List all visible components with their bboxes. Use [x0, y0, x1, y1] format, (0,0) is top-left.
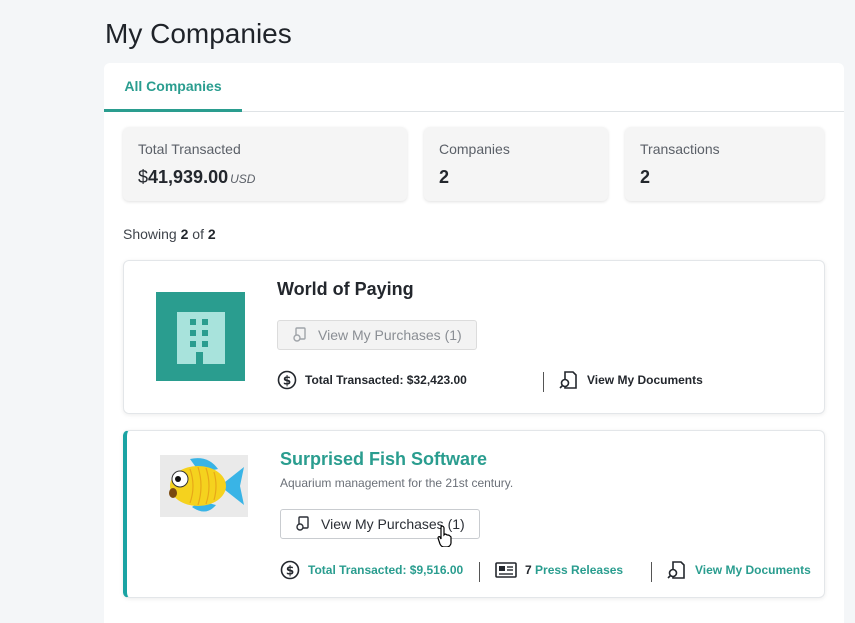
companies-panel: All Companies Total Transacted $41,939.0… [104, 63, 844, 623]
view-documents-link[interactable]: View My Documents [667, 560, 811, 580]
stat-label: Companies [439, 141, 510, 157]
total-transacted: $ Total Transacted: $32,423.00 [277, 370, 467, 390]
divider [543, 372, 544, 392]
dollar-icon: $ [280, 560, 300, 580]
stat-label: Total Transacted [138, 141, 241, 157]
svg-text:$: $ [283, 374, 291, 388]
stat-total-transacted: Total Transacted $41,939.00 USD [123, 127, 407, 201]
showing-current: 2 [180, 226, 189, 242]
stat-value: $41,939.00 USD [138, 167, 255, 188]
view-purchases-button[interactable]: View My Purchases (1) [277, 320, 477, 350]
currency-symbol: $ [138, 167, 149, 187]
purchase-icon [292, 327, 308, 343]
total-amount: 41,939.00 [148, 167, 229, 187]
total-transacted[interactable]: $ Total Transacted: $9,516.00 [280, 560, 463, 580]
press-releases-link[interactable]: 7 Press Releases [495, 560, 623, 580]
fish-icon [160, 455, 248, 517]
stat-value: 2 [640, 167, 651, 187]
view-documents-link[interactable]: View My Documents [559, 370, 703, 390]
hand-cursor-icon [437, 525, 453, 548]
building-icon [156, 292, 245, 381]
total-transacted-label: Total Transacted: $9,516.00 [308, 563, 464, 577]
showing-count: Showing 2 of 2 [123, 226, 216, 242]
tab-bar: All Companies [104, 63, 844, 112]
divider [479, 562, 480, 582]
document-search-icon [667, 560, 687, 580]
tab-all-companies[interactable]: All Companies [104, 63, 242, 112]
company-name[interactable]: World of Paying [277, 279, 414, 300]
stat-companies: Companies 2 [424, 127, 608, 201]
button-label: View My Purchases (1) [318, 327, 462, 343]
total-transacted-label: Total Transacted: $32,423.00 [305, 373, 467, 387]
page-title: My Companies [105, 18, 292, 49]
stat-transactions: Transactions 2 [625, 127, 824, 201]
press-count: 7 [525, 563, 532, 577]
showing-total: 2 [207, 226, 216, 242]
company-card[interactable]: World of Paying View My Purchases (1) $ … [123, 260, 825, 414]
company-card[interactable]: Surprised Fish Software Aquarium managem… [123, 430, 825, 598]
divider [651, 562, 652, 582]
company-name[interactable]: Surprised Fish Software [280, 449, 487, 470]
newspaper-icon [495, 560, 517, 580]
showing-of: of [192, 226, 204, 242]
document-search-icon [559, 370, 579, 390]
purchase-icon [295, 516, 311, 532]
documents-label: View My Documents [587, 373, 703, 387]
documents-label: View My Documents [695, 563, 811, 577]
currency-unit: USD [230, 172, 256, 186]
stat-value: 2 [439, 167, 450, 187]
showing-prefix: Showing [123, 226, 177, 242]
press-label: Press Releases [535, 563, 624, 577]
company-description: Aquarium management for the 21st century… [280, 476, 514, 490]
dollar-icon: $ [277, 370, 297, 390]
stat-label: Transactions [640, 141, 720, 157]
svg-text:$: $ [286, 564, 294, 578]
